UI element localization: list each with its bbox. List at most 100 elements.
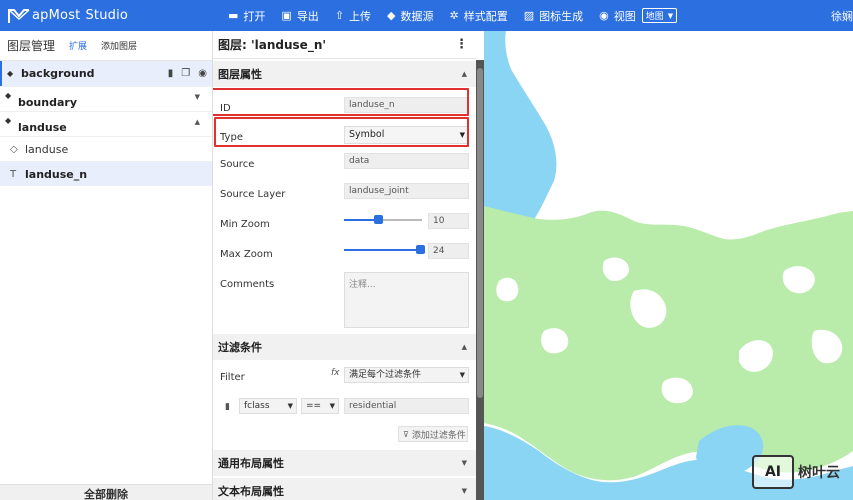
layer-item-landuse[interactable]: ◇ landuse [0,136,212,161]
section-filter[interactable]: 过滤条件 ▲ [213,334,477,360]
app-logo: apMost Studio [0,8,220,24]
text-symbol-icon: T [10,168,17,180]
view-mode-value: 地图 [645,12,664,22]
prop-label-comments: Comments [220,279,275,290]
filter-mode-value: 满足每个过滤条件 [349,370,422,380]
section-common-layout[interactable]: 通用布局属性 ▼ [213,450,477,476]
layer-item-background[interactable]: ◆ background ▮ ❐ ◉ [0,61,212,86]
menu-icon-gen-label: 图标生成 [539,9,584,23]
land-area [484,206,853,481]
properties-scrollbar[interactable] [476,60,484,500]
delete-all-button[interactable]: 全部删除 [0,484,212,500]
section-title: 文本布局属性 [218,484,284,498]
tab-add-layer[interactable]: 添加图层 [101,39,137,52]
menu-upload[interactable]: ⇧ 上传 [335,8,371,24]
section-layer-properties[interactable]: 图层属性 ▲ [213,61,477,87]
menu-style-config-label: 样式配置 [463,9,508,23]
source-layer-input[interactable]: landuse_joint [344,183,469,199]
watermark: AI 树叶云 [752,452,853,492]
filter-mode-select[interactable]: 满足每个过滤条件 ▼ [344,367,469,383]
water-area [496,277,519,302]
image-icon: ▨ [523,9,535,22]
section-title: 通用布局属性 [218,457,284,470]
highlight-type [214,117,469,147]
filter-operator-select[interactable]: == ▼ [301,398,339,414]
menu-datasource[interactable]: ◆ 数据源 [387,8,433,24]
slider-fill [344,249,420,251]
upload-icon: ⇧ [334,9,345,22]
eye-icon: ◉ [599,9,609,22]
menu-view-label: 视图 [613,9,636,23]
comments-textarea[interactable]: 注释... [344,272,469,328]
menu-open-label: 打开 [243,9,266,23]
filter-condition-row: ▮ fclass ▼ == ▼ residential [213,397,477,421]
layer-item-landuse-n[interactable]: T landuse_n [0,161,212,186]
layer-group-landuse[interactable]: ◆ landuse ▲ [0,111,212,136]
menu-open[interactable]: ▬ 打开 [228,8,265,24]
filter-value-input[interactable]: residential [344,398,469,414]
menu-style-config[interactable]: ✲ 样式配置 [450,8,508,24]
app-title: apMost Studio [32,8,128,23]
max-zoom-input[interactable]: 24 [428,243,469,259]
copy-icon[interactable]: ❐ [181,68,190,79]
filter-field-value: fclass [244,401,270,411]
prop-label-source: Source [220,159,255,170]
folder-open-icon: ▬ [228,9,239,22]
menu-export[interactable]: ▣ 导出 [281,8,318,24]
gear-icon: ✲ [449,9,459,22]
properties-header: 图层: 'landuse_n' ⋮ [213,31,477,59]
prop-row-filter: Filter fx 满足每个过滤条件 ▼ [213,365,477,389]
layers-icon: ◆ [5,91,12,100]
add-filter-button[interactable]: ⊽ 添加过滤条件 [398,426,468,442]
trash-icon[interactable]: ▮ [225,402,230,412]
map-svg [484,31,853,500]
chevron-down-icon: ▼ [194,93,200,101]
layer-item-label: landuse [25,142,69,156]
menu-view[interactable]: ◉ 视图 [599,8,636,24]
scrollbar-thumb[interactable] [477,68,483,398]
layer-item-label: landuse_n [25,167,88,181]
menu-icon-gen[interactable]: ▨ 图标生成 [524,8,583,24]
menu-datasource-label: 数据源 [400,9,434,23]
menu-upload-label: 上传 [349,9,372,23]
layer-group-label: boundary [18,96,77,109]
more-vert-icon[interactable]: ⋮ [455,37,468,52]
section-title: 图层属性 [218,68,262,81]
menu-export-label: 导出 [296,9,319,23]
source-input[interactable]: data [344,153,469,169]
slider-fill [344,219,378,221]
app-title-main: apMost [32,8,81,23]
map-canvas[interactable] [484,31,853,500]
min-zoom-input[interactable]: 10 [428,213,469,229]
tab-expand[interactable]: 扩展 [69,39,87,52]
prop-label-source-layer: Source Layer [220,189,286,200]
caret-down-icon: ▼ [287,402,293,410]
logo-m-icon [8,8,30,23]
layer-tools: ▮ ❐ ◉ [168,68,207,79]
chevron-up-icon: ▲ [461,70,467,78]
slider-handle[interactable] [416,245,425,254]
trash-icon[interactable]: ▮ [168,68,174,79]
watermark-logo: AI [752,455,794,489]
layers-icon: ◆ [5,116,12,125]
caret-down-icon: ▼ [329,402,335,410]
add-filter-label: 添加过滤条件 [411,430,466,441]
properties-title: 图层: 'landuse_n' [218,38,327,52]
max-zoom-slider[interactable] [344,245,425,254]
slider-handle[interactable] [374,215,383,224]
chevron-down-icon: ▼ [667,11,674,20]
section-text-layout[interactable]: 文本布局属性 ▼ [213,477,477,500]
chevron-down-icon: ▼ [461,486,467,495]
min-zoom-slider[interactable] [344,215,422,224]
main-menu: ▬ 打开 ▣ 导出 ⇧ 上传 ◆ 数据源 ✲ 样式配置 ▨ 图标生成 ◉ 视图 地图 ▼ [228,0,678,31]
layer-item-label: background [21,67,95,80]
function-icon[interactable]: fx [331,368,340,378]
eye-icon[interactable]: ◉ [198,68,207,79]
prop-label-filter: Filter [220,372,245,383]
layer-group-boundary[interactable]: ◆ boundary ▼ [0,86,212,111]
filter-field-select[interactable]: fclass ▼ [239,398,297,414]
view-mode-select[interactable]: 地图 ▼ [641,8,678,23]
user-name[interactable]: 徐娴 [831,0,853,31]
prop-label-min-zoom: Min Zoom [220,219,270,230]
save-icon: ▣ [281,9,292,22]
